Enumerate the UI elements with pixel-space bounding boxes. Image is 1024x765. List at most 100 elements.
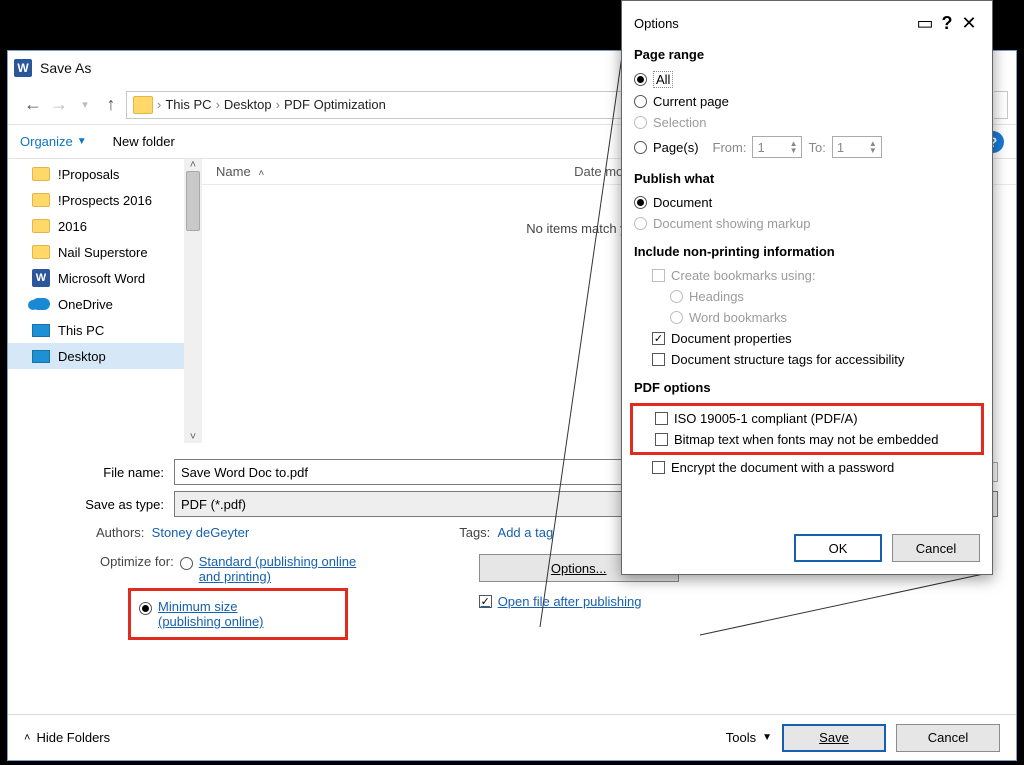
dialog-settings-icon[interactable]: ▭ [914,13,936,34]
page-range-heading: Page range [634,47,980,62]
cancel-button[interactable]: Cancel [892,534,980,562]
folder-tree: !Proposals !Prospects 2016 2016 Nail Supers… [8,159,184,443]
tools-menu[interactable]: Tools ▼ [726,730,772,745]
word-app-icon: W [14,59,32,77]
docprops-label: Document properties [671,331,792,346]
all-label: All [653,71,673,88]
wordbm-label: Word bookmarks [689,310,787,325]
bookmarks-checkbox [652,269,665,282]
recent-caret-icon[interactable]: ▾ [74,98,96,111]
ok-button[interactable]: OK [794,534,882,562]
cancel-button[interactable]: Cancel [896,724,1000,752]
iso-checkbox[interactable] [655,412,668,425]
close-icon[interactable]: ✕ [958,13,980,34]
tags-value[interactable]: Add a tag [498,525,554,540]
sidebar-item-microsoft-word[interactable]: WMicrosoft Word [8,265,184,291]
open-after-checkbox[interactable]: ✓ [479,595,492,608]
breadcrumb-item[interactable]: This PC [165,97,211,112]
options-title: Options [634,16,914,31]
sidebar-item-desktop[interactable]: Desktop [8,343,184,369]
wordbm-radio [670,311,683,324]
pc-icon [32,350,50,363]
breadcrumb-item[interactable]: PDF Optimization [284,97,386,112]
tree-scrollbar[interactable]: ˄ ˅ [184,159,202,443]
savetype-value: PDF (*.pdf) [181,497,246,512]
sidebar-item-onedrive[interactable]: OneDrive [8,291,184,317]
headings-radio [670,290,683,303]
saveas-bottom-bar: ˄ Hide Folders Tools ▼ Save Cancel [8,714,1016,760]
selection-label: Selection [653,115,706,130]
document-radio[interactable] [634,196,647,209]
authors-value[interactable]: Stoney deGeyter [152,525,250,540]
sidebar-item-2016[interactable]: 2016 [8,213,184,239]
current-page-label: Current page [653,94,729,109]
search-box[interactable] [994,91,1008,119]
options-dialog: Options ▭ ? ✕ Page range All Current pag… [621,0,993,575]
folder-icon [32,193,50,207]
bitmap-checkbox[interactable] [655,433,668,446]
headings-label: Headings [689,289,744,304]
tags-label: Tags: [459,525,490,540]
breadcrumb-item[interactable]: Desktop [224,97,272,112]
help-icon[interactable]: ? [936,13,958,34]
save-button[interactable]: Save [782,724,886,752]
scroll-down-icon[interactable]: ˅ [190,431,196,443]
up-icon[interactable]: ↑ [100,94,122,115]
scroll-thumb[interactable] [186,171,200,231]
new-folder-button[interactable]: New folder [113,134,175,149]
sort-caret-icon: ˄ [258,168,264,179]
organize-button[interactable]: Organize ▼ [20,134,87,149]
folder-icon [32,167,50,181]
column-name[interactable]: Name ˄ [216,164,264,179]
optimize-minimum-highlight: Minimum size (publishing online) [128,588,348,640]
pc-icon [32,324,50,337]
scroll-up-icon[interactable]: ˄ [190,159,196,171]
pdfopt-heading: PDF options [634,380,980,395]
sidebar-item-label: 2016 [58,219,87,234]
pdf-options-highlight: ISO 19005-1 compliant (PDF/A) Bitmap tex… [630,403,984,455]
sidebar-item-label: Desktop [58,349,106,364]
to-spin[interactable]: 1 ▲▼ [832,136,882,158]
from-label: From: [713,140,747,155]
selection-radio [634,116,647,129]
folder-icon [32,245,50,259]
sidebar-item--proposals[interactable]: !Proposals [8,161,184,187]
onedrive-icon [32,298,50,310]
current-page-radio[interactable] [634,95,647,108]
sidebar-item-label: !Prospects 2016 [58,193,152,208]
folder-icon [32,219,50,233]
savetype-label: Save as type: [26,497,174,512]
back-icon[interactable]: ← [22,94,44,115]
optimize-minimum-label: Minimum size (publishing online) [158,599,264,629]
markup-label: Document showing markup [653,216,811,231]
forward-icon: → [48,94,70,115]
optimize-label: Optimize for: [100,554,174,584]
chevron-down-icon: ▼ [77,136,87,147]
docstruct-label: Document structure tags for accessibilit… [671,352,904,367]
bitmap-label: Bitmap text when fonts may not be embedd… [674,432,939,447]
chevron-down-icon: ▼ [762,732,772,743]
sidebar-item-label: !Proposals [58,167,119,182]
document-label: Document [653,195,712,210]
optimize-standard-label: Standard (publishing online and printing… [199,554,359,584]
hide-folders-button[interactable]: ˄ Hide Folders [24,730,110,745]
sidebar-item-nail-superstore[interactable]: Nail Superstore [8,239,184,265]
sidebar-item--prospects-2016[interactable]: !Prospects 2016 [8,187,184,213]
sidebar-item-label: OneDrive [58,297,113,312]
sidebar-item-label: This PC [58,323,104,338]
publish-heading: Publish what [634,171,980,186]
sidebar-item-label: Microsoft Word [58,271,145,286]
authors-label: Authors: [96,525,144,540]
optimize-minimum-radio[interactable] [139,602,152,615]
organize-label: Organize [20,134,73,149]
docprops-checkbox[interactable]: ✓ [652,332,665,345]
markup-radio [634,217,647,230]
pages-radio[interactable] [634,141,647,154]
docstruct-checkbox[interactable] [652,353,665,366]
from-spin[interactable]: 1 ▲▼ [752,136,802,158]
optimize-standard-radio[interactable] [180,557,193,570]
sidebar-item-this-pc[interactable]: This PC [8,317,184,343]
all-radio[interactable] [634,73,647,86]
encrypt-checkbox[interactable] [652,461,665,474]
open-after-label: Open file after publishing [498,594,642,609]
